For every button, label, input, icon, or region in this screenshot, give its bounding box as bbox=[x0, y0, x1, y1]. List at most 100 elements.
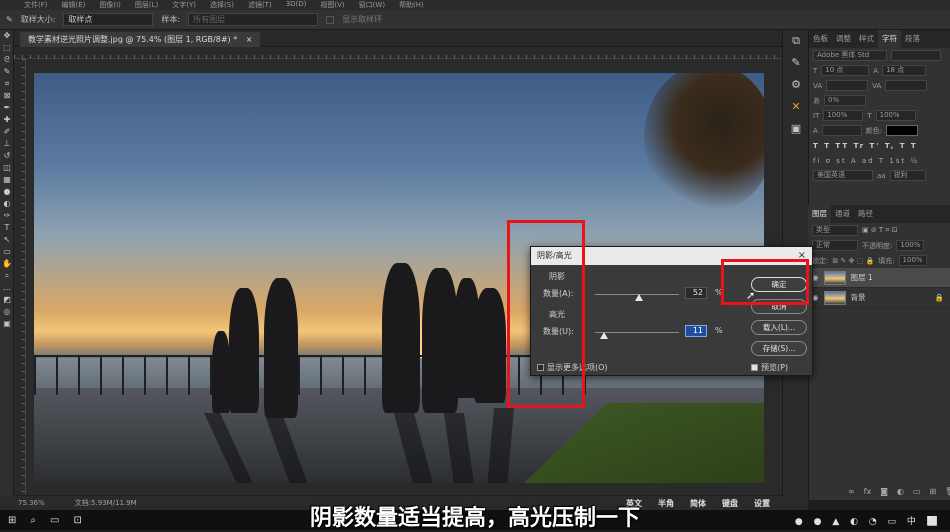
eyedropper-tool-icon[interactable]: ✒ bbox=[0, 102, 14, 114]
vertical-scale-input[interactable]: 100% bbox=[823, 110, 864, 121]
blend-mode-select[interactable]: 正常 bbox=[812, 240, 858, 251]
menu-item[interactable]: 文字(Y) bbox=[172, 0, 196, 10]
text-color-swatch[interactable] bbox=[886, 125, 919, 136]
menu-item[interactable]: 窗口(W) bbox=[359, 0, 385, 10]
panel-tab[interactable]: 样式 bbox=[855, 30, 878, 48]
highlight-box-sliders bbox=[507, 220, 585, 408]
highlight-amount-input[interactable]: 11 bbox=[685, 325, 707, 337]
close-icon[interactable]: × bbox=[246, 35, 253, 44]
link-icon[interactable]: ∞ bbox=[848, 484, 855, 500]
new-layer-icon[interactable]: ⊞ bbox=[930, 484, 937, 500]
document-tab[interactable]: 教学素材逆光照片调整.jpg @ 75.4% (图层 1, RGB/8#) * … bbox=[20, 32, 261, 47]
layers-tab[interactable]: 路径 bbox=[854, 205, 877, 223]
quick-select-tool-icon[interactable]: ✎ bbox=[0, 66, 14, 78]
folder-icon[interactable]: ▭ bbox=[913, 484, 921, 500]
filter-icons[interactable]: ▣ ⊘ T ⌗ ⊡ bbox=[862, 226, 897, 235]
hand-tool-icon[interactable]: ✋ bbox=[0, 258, 14, 270]
panel-tab[interactable]: 色板 bbox=[809, 30, 832, 48]
frame-tool-icon[interactable]: ⊠ bbox=[0, 90, 14, 102]
menu-item[interactable]: 滤镜(T) bbox=[248, 0, 272, 10]
options-bar: ✎ 取样大小: 取样点 样本: 所有图层 显示取样环 bbox=[0, 10, 950, 30]
tsume-input[interactable]: 0% bbox=[824, 95, 866, 106]
mask-icon[interactable]: ◙ bbox=[880, 484, 888, 500]
history-icon[interactable]: ⧉ bbox=[783, 30, 809, 52]
panel-tab[interactable]: 段落 bbox=[901, 30, 924, 48]
path-select-tool-icon[interactable]: ↖ bbox=[0, 234, 14, 246]
layers-tab[interactable]: 通道 bbox=[831, 205, 854, 223]
gradient-tool-icon[interactable]: ▦ bbox=[0, 174, 14, 186]
lasso-tool-icon[interactable]: ᘓ bbox=[0, 54, 14, 66]
properties-icon[interactable]: ⚙ bbox=[783, 74, 809, 96]
stamp-tool-icon[interactable]: ⊥ bbox=[0, 138, 14, 150]
brush-tool-icon[interactable]: ✐ bbox=[0, 126, 14, 138]
sample-size-select[interactable]: 取样点 bbox=[63, 13, 154, 26]
menu-bar: 文件(F) 编辑(E) 图像(I) 图层(L) 文字(Y) 选择(S) 滤镜(T) 3D(D)… bbox=[0, 0, 950, 10]
tools-cross-icon[interactable]: ✕ bbox=[783, 96, 809, 118]
preview-checkbox[interactable]: 预览(P) bbox=[751, 362, 788, 373]
layer-row[interactable]: ◉ 图层 1 bbox=[808, 268, 950, 288]
leading-input[interactable]: 18 点 bbox=[882, 65, 927, 76]
menu-item[interactable]: 3D(D) bbox=[286, 0, 307, 10]
layer-row[interactable]: ◉ 背景 🔒 bbox=[808, 288, 950, 308]
tracking-input[interactable] bbox=[885, 80, 928, 91]
shape-tool-icon[interactable]: ▭ bbox=[0, 246, 14, 258]
type-tool-icon[interactable]: T bbox=[0, 222, 14, 234]
shadow-amount-input[interactable]: 52 bbox=[685, 287, 707, 299]
baseline-input[interactable] bbox=[821, 125, 862, 136]
font-family-select[interactable]: Adobe 黑体 Std bbox=[813, 50, 887, 61]
panel-tab[interactable]: 调整 bbox=[832, 30, 855, 48]
panel-tab[interactable]: 字符 bbox=[878, 30, 901, 48]
antialias-select[interactable]: 锐利 bbox=[889, 170, 926, 181]
opacity-input[interactable]: 100% bbox=[896, 240, 925, 251]
menu-item[interactable]: 图层(L) bbox=[135, 0, 158, 10]
zoom-tool-icon[interactable]: ⌕ bbox=[0, 270, 14, 282]
eraser-tool-icon[interactable]: ◫ bbox=[0, 162, 14, 174]
crop-tool-icon[interactable]: ⌗ bbox=[0, 78, 14, 90]
fill-input[interactable]: 100% bbox=[898, 255, 927, 266]
adjustment-icon[interactable]: ◐ bbox=[897, 484, 904, 500]
opentype-buttons[interactable]: fi σ st A ad T 1st ½ bbox=[809, 153, 950, 168]
fx-icon[interactable]: fx bbox=[864, 484, 872, 500]
menu-item[interactable]: 编辑(E) bbox=[62, 0, 86, 10]
eyedropper-icon[interactable]: ✎ bbox=[6, 15, 13, 24]
pen-tool-icon[interactable]: ✑ bbox=[0, 210, 14, 222]
marquee-tool-icon[interactable]: ⬚ bbox=[0, 42, 14, 54]
font-style-select[interactable] bbox=[891, 50, 941, 61]
healing-tool-icon[interactable]: ✚ bbox=[0, 114, 14, 126]
menu-item[interactable]: 帮助(H) bbox=[399, 0, 424, 10]
show-ring-checkbox[interactable] bbox=[326, 15, 335, 24]
lock-icons[interactable]: ⊠ ✎ ✥ ⬚ 🔒 bbox=[832, 257, 874, 265]
save-button[interactable]: 存储(S)... bbox=[751, 341, 807, 356]
highlight-box-ok bbox=[721, 259, 809, 305]
font-size-input[interactable]: 10 点 bbox=[821, 65, 870, 76]
sample-select[interactable]: 所有图层 bbox=[188, 13, 319, 26]
color-swatches-icon[interactable]: ◩ bbox=[0, 294, 14, 306]
document-tab-title: 教学素材逆光照片调整.jpg @ 75.4% (图层 1, RGB/8#) * bbox=[28, 35, 238, 44]
highlight-amount-knob[interactable] bbox=[600, 332, 609, 339]
history-brush-icon[interactable]: ↺ bbox=[0, 150, 14, 162]
move-tool-icon[interactable]: ✥ bbox=[0, 30, 14, 42]
dodge-tool-icon[interactable]: ◐ bbox=[0, 198, 14, 210]
menu-item[interactable]: 文件(F) bbox=[24, 0, 48, 10]
language-select[interactable]: 美国英语 bbox=[813, 170, 873, 181]
trash-icon[interactable]: 🗑 bbox=[945, 484, 950, 500]
tree bbox=[644, 73, 764, 213]
menu-item[interactable]: 选择(S) bbox=[210, 0, 234, 10]
text-style-buttons[interactable]: T T TT Tr T' T, T T bbox=[809, 138, 950, 153]
quick-mask-icon[interactable]: ◎ bbox=[0, 306, 14, 318]
glyphs-icon[interactable]: ▣ bbox=[783, 118, 809, 140]
screen-mode-icon[interactable]: ▣ bbox=[0, 318, 14, 330]
menu-item[interactable]: 视图(V) bbox=[320, 0, 344, 10]
kerning-input[interactable] bbox=[826, 80, 869, 91]
layer-name: 图层 1 bbox=[850, 273, 873, 282]
blur-tool-icon[interactable]: ● bbox=[0, 186, 14, 198]
layer-kind-filter[interactable]: 类型 bbox=[812, 225, 858, 236]
horizontal-scale-input[interactable]: 100% bbox=[875, 110, 916, 121]
menu-item[interactable]: 图像(I) bbox=[99, 0, 121, 10]
shadow-amount-knob[interactable] bbox=[634, 294, 643, 301]
layers-tab[interactable]: 图层 bbox=[808, 205, 831, 223]
load-button[interactable]: 载入(L)... bbox=[751, 320, 807, 335]
preview-box[interactable] bbox=[751, 364, 758, 371]
brush-settings-icon[interactable]: ✎ bbox=[783, 52, 809, 74]
more-tools-icon[interactable]: … bbox=[0, 282, 14, 294]
